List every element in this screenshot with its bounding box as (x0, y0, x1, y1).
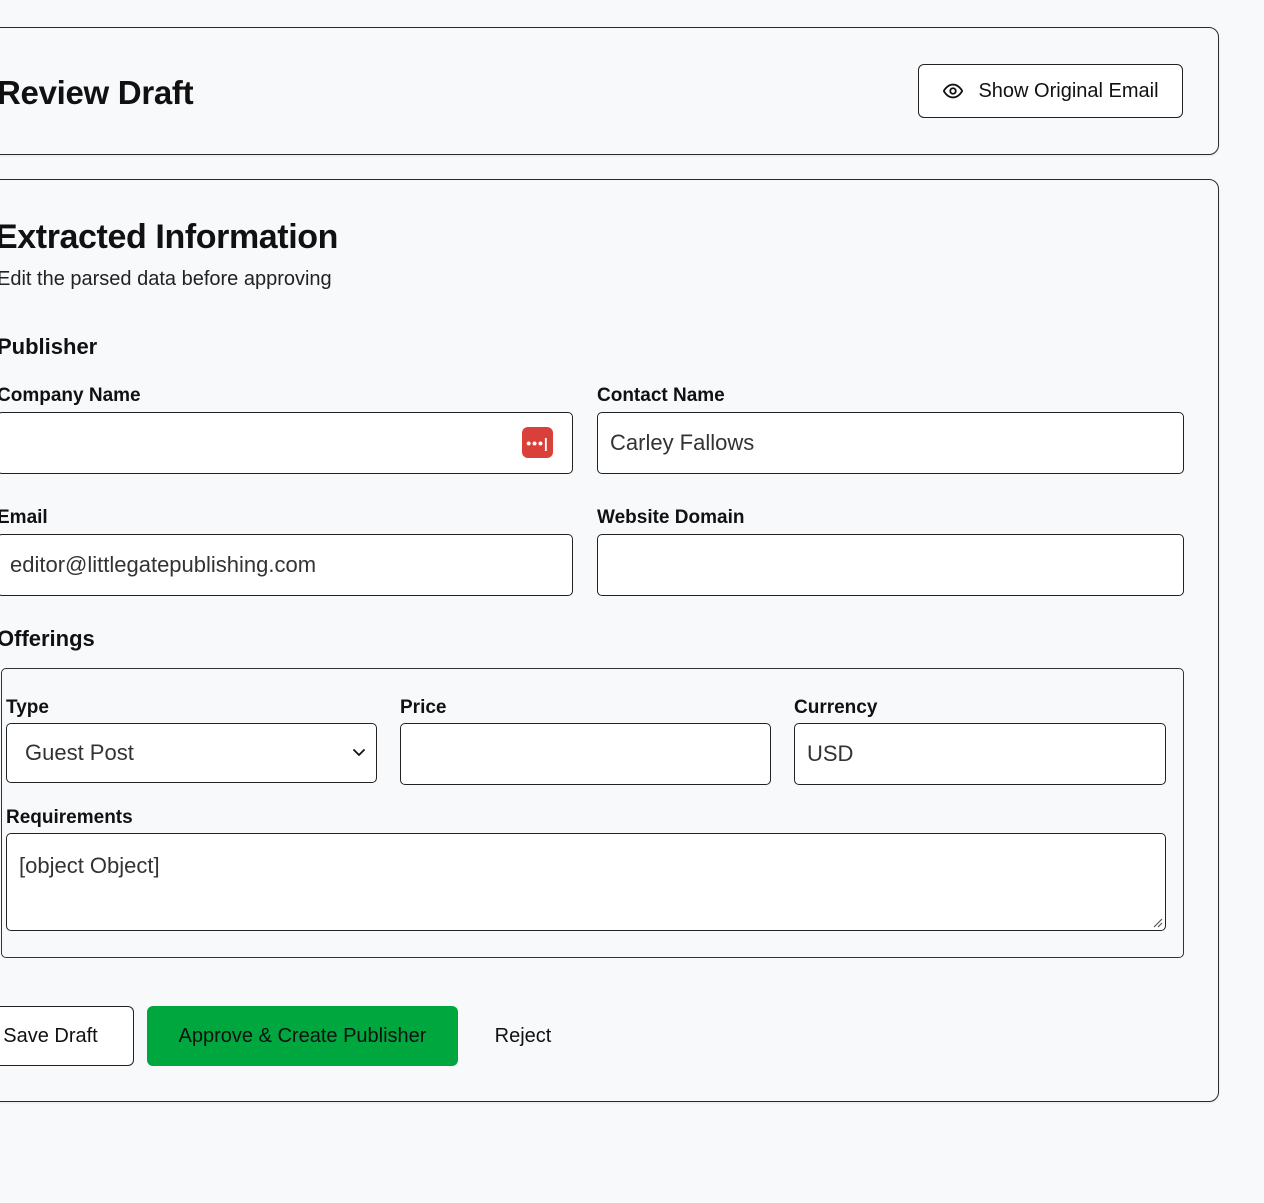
section-title: Extracted Information (0, 218, 338, 256)
website-domain-label: Website Domain (597, 507, 745, 528)
chevron-down-icon (353, 749, 365, 756)
header-card: Review Draft Show Original Email (0, 27, 1219, 155)
email-input[interactable] (0, 534, 573, 596)
website-domain-input[interactable] (597, 534, 1184, 596)
page-title: Review Draft (0, 74, 194, 111)
requirements-wrapper: [object Object] (6, 833, 1166, 931)
extracted-information-card: Extracted Information Edit the parsed da… (0, 179, 1219, 1102)
publisher-heading: Publisher (0, 334, 98, 359)
requirements-label: Requirements (6, 807, 133, 828)
price-label: Price (400, 697, 447, 718)
eye-icon (943, 83, 964, 99)
currency-input[interactable] (794, 723, 1166, 785)
company-name-label: Company Name (0, 385, 141, 406)
currency-label: Currency (794, 697, 878, 718)
email-label: Email (0, 507, 48, 528)
show-original-email-button[interactable]: Show Original Email (918, 64, 1183, 118)
offering-item: Type Guest Post Price Currency Requireme… (1, 668, 1184, 958)
reject-button[interactable]: Reject (477, 1006, 569, 1066)
resize-grip-icon[interactable] (1151, 916, 1163, 928)
password-manager-icon[interactable]: •••| (522, 427, 553, 458)
type-label: Type (6, 697, 49, 718)
type-select-value: Guest Post (25, 740, 134, 765)
save-draft-button[interactable]: Save Draft (0, 1006, 134, 1066)
section-subtitle: Edit the parsed data before approving (0, 268, 332, 290)
offerings-heading: Offerings (0, 626, 95, 651)
approve-create-publisher-button[interactable]: Approve & Create Publisher (147, 1006, 458, 1066)
price-input[interactable] (400, 723, 771, 785)
company-name-input[interactable] (0, 412, 573, 474)
requirements-textarea[interactable]: [object Object] (6, 833, 1166, 931)
type-select[interactable]: Guest Post (6, 723, 377, 783)
contact-name-input[interactable] (597, 412, 1184, 474)
contact-name-label: Contact Name (597, 385, 725, 406)
show-original-email-label: Show Original Email (978, 79, 1159, 102)
